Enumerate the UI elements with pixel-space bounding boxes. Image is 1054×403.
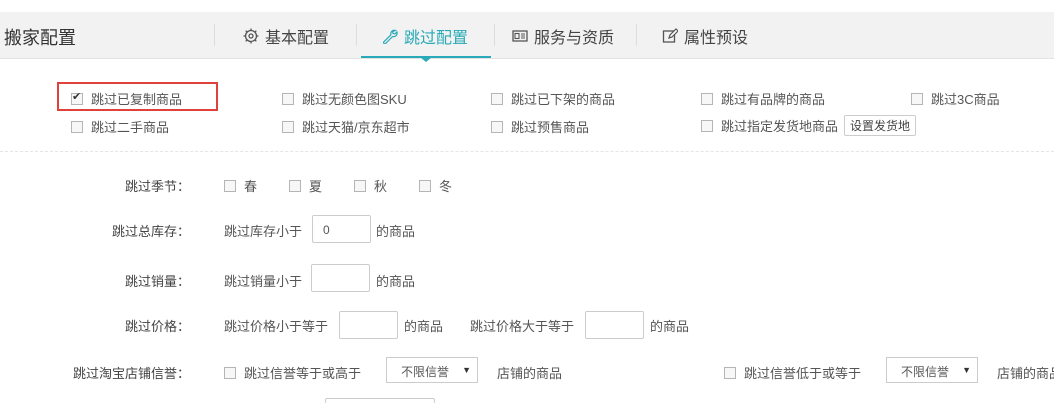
stock-suffix: 的商品 <box>376 224 416 239</box>
credit-lte-select[interactable]: 不限信誉 ▼ <box>886 357 978 383</box>
credit-gte-suffix: 店铺的商品 <box>497 366 563 381</box>
checkbox-skip-tmall-jd[interactable]: 跳过天猫/京东超市 <box>282 117 410 136</box>
price-min-prefix: 跳过价格小于等于 <box>224 319 329 334</box>
stock-input[interactable]: 0 <box>312 215 371 243</box>
checkbox-label: 跳过二手商品 <box>91 120 170 135</box>
checkbox-skip-ship-from[interactable]: 跳过指定发货地商品 设置发货地 <box>701 115 917 136</box>
tab-basic-config[interactable]: 基本配置 <box>243 25 329 47</box>
section-divider <box>0 151 1054 152</box>
tab-skip-config-label: 跳过配置 <box>404 30 469 47</box>
checkbox-skip-no-color-sku[interactable]: 跳过无颜色图SKU <box>282 89 407 108</box>
price-max-prefix: 跳过价格大于等于 <box>470 319 575 334</box>
checkbox-icon[interactable] <box>282 120 294 133</box>
price-max-input[interactable] <box>585 311 644 339</box>
checkbox-icon[interactable] <box>911 92 923 105</box>
checkbox-label: 秋 <box>374 179 388 194</box>
checkbox-label: 跳过指定发货地商品 <box>721 119 839 134</box>
checkbox-icon[interactable] <box>224 179 236 192</box>
checkbox-label: 春 <box>244 179 258 194</box>
stock-label: 跳过总库存： <box>111 224 190 239</box>
checkbox-skip-3c[interactable]: 跳过3C商品 <box>911 89 1000 108</box>
credit-gte-select[interactable]: 不限信誉 ▼ <box>386 357 478 383</box>
stock-prefix: 跳过库存小于 <box>224 224 303 239</box>
tab-divider <box>636 24 637 46</box>
checkbox-icon[interactable] <box>491 92 503 105</box>
checkbox-label: 夏 <box>309 179 323 194</box>
tab-divider <box>494 24 495 46</box>
credit-lte-suffix: 店铺的商品 <box>997 366 1054 381</box>
sales-label: 跳过销量： <box>124 274 190 289</box>
checkbox-skip-delisted[interactable]: 跳过已下架的商品 <box>491 89 615 108</box>
price-min-suffix: 的商品 <box>404 319 444 334</box>
credit-label: 跳过淘宝店铺信誉： <box>72 366 190 381</box>
id-card-icon <box>512 30 528 42</box>
checkbox-skip-presale[interactable]: 跳过预售商品 <box>491 117 589 136</box>
checkbox-icon[interactable] <box>224 366 236 379</box>
dropdown-arrow-icon: ▼ <box>962 365 971 375</box>
checkbox-label: 冬 <box>439 179 453 194</box>
set-ship-from-button[interactable]: 设置发货地 <box>844 115 917 136</box>
checkbox-season-summer[interactable]: 夏 <box>289 176 322 195</box>
select-value: 不限信誉 <box>401 365 450 379</box>
checkbox-season-winter[interactable]: 冬 <box>419 176 452 195</box>
gear-icon <box>243 28 259 44</box>
select-value: 不限信誉 <box>901 365 950 379</box>
checkbox-icon[interactable] <box>491 120 503 133</box>
checkbox-icon[interactable] <box>724 366 736 379</box>
checkbox-credit-lte[interactable]: 跳过信誉低于或等于 <box>724 363 861 382</box>
checkbox-skip-copied[interactable]: 跳过已复制商品 <box>71 89 182 108</box>
checkbox-credit-gte[interactable]: 跳过信誉等于或高于 <box>224 363 361 382</box>
checkbox-icon[interactable] <box>701 119 713 132</box>
wrench-icon <box>383 29 398 44</box>
page-header: 搬家配置 基本配置 跳过配置 服务与资质 属性预设 <box>0 0 1054 72</box>
checkbox-season-autumn[interactable]: 秋 <box>354 176 387 195</box>
checkbox-label: 跳过已复制商品 <box>91 92 183 107</box>
sales-input[interactable] <box>311 264 370 292</box>
checkbox-label: 跳过无颜色图SKU <box>302 92 407 107</box>
checkbox-season-spring[interactable]: 春 <box>224 176 257 195</box>
tab-divider <box>214 24 215 46</box>
next-row-input[interactable] <box>325 398 435 403</box>
price-max-suffix: 的商品 <box>650 319 690 334</box>
price-min-input[interactable] <box>339 311 398 339</box>
page-title: 搬家配置 <box>4 28 76 48</box>
checkbox-icon[interactable] <box>419 179 431 192</box>
season-label: 跳过季节： <box>124 179 190 194</box>
checkbox-label: 跳过信誉低于或等于 <box>744 366 862 381</box>
checkbox-icon[interactable] <box>701 92 713 105</box>
checkbox-label: 跳过3C商品 <box>931 92 1000 107</box>
checkbox-label: 跳过有品牌的商品 <box>721 92 826 107</box>
active-tab-caret <box>420 57 432 62</box>
checkbox-skip-branded[interactable]: 跳过有品牌的商品 <box>701 89 825 108</box>
checkbox-skip-secondhand[interactable]: 跳过二手商品 <box>71 117 169 136</box>
sales-prefix: 跳过销量小于 <box>224 274 303 289</box>
price-label: 跳过价格： <box>124 319 190 334</box>
tab-skip-config[interactable]: 跳过配置 <box>382 25 468 47</box>
sales-suffix: 的商品 <box>376 274 416 289</box>
tab-basic-config-label: 基本配置 <box>265 30 330 47</box>
checkbox-icon[interactable] <box>354 179 366 192</box>
checkbox-checked-icon[interactable] <box>71 90 83 105</box>
tab-attribute-preset-label: 属性预设 <box>684 30 749 47</box>
checkbox-label: 跳过天猫/京东超市 <box>302 120 410 135</box>
edit-icon <box>662 28 678 43</box>
tab-service-qualification-label: 服务与资质 <box>534 30 615 47</box>
checkbox-icon[interactable] <box>282 92 294 105</box>
checkbox-icon[interactable] <box>289 179 301 192</box>
checkbox-icon[interactable] <box>71 120 83 133</box>
tab-divider <box>356 24 357 46</box>
tab-attribute-preset[interactable]: 属性预设 <box>662 25 748 47</box>
checkbox-label: 跳过已下架的商品 <box>511 92 616 107</box>
dropdown-arrow-icon: ▼ <box>462 365 471 375</box>
checkbox-label: 跳过预售商品 <box>511 120 590 135</box>
checkbox-label: 跳过信誉等于或高于 <box>244 366 362 381</box>
tab-service-qualification[interactable]: 服务与资质 <box>512 25 614 47</box>
